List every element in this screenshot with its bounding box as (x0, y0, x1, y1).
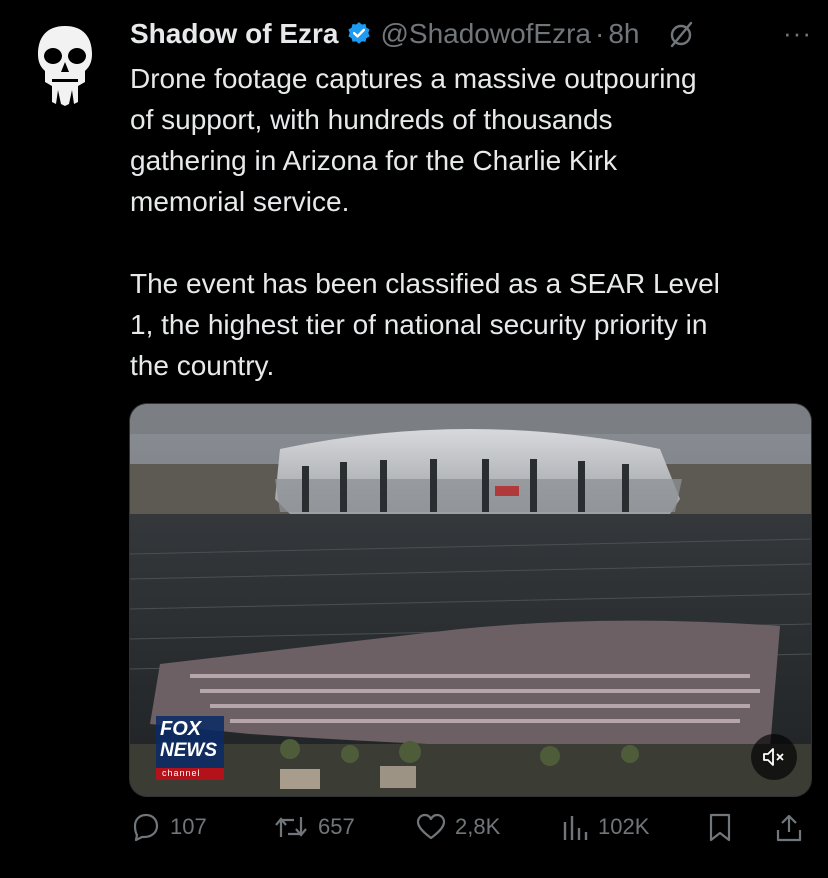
reply-button[interactable]: 107 (130, 812, 207, 842)
mute-icon (763, 748, 784, 766)
like-button[interactable]: 2,8K (415, 812, 500, 842)
tweet-paragraph: Drone footage captures a massive outpour… (130, 63, 697, 217)
views-icon (563, 816, 588, 840)
tweet-header: Shadow of Ezra @ShadowofEzra · 8h ··· (130, 14, 812, 54)
repost-icon (275, 817, 307, 837)
separator-dot: · (595, 18, 605, 49)
repost-button[interactable]: 657 (272, 812, 355, 842)
like-icon (416, 813, 446, 840)
grok-icon[interactable] (666, 19, 696, 49)
views-button[interactable]: 102K (560, 812, 649, 842)
logo-text-fox: FOX (160, 718, 202, 740)
logo-text-news: NEWS (160, 740, 217, 761)
share-icon (776, 814, 802, 842)
fox-news-logo: FOX NEWS channel (156, 716, 224, 780)
author-name[interactable]: Shadow of Ezra (130, 18, 338, 50)
reply-count: 107 (170, 814, 207, 839)
tweet-paragraph: The event has been classified as a SEAR … (130, 268, 720, 381)
punisher-skull-avatar (38, 26, 92, 106)
more-options-button[interactable]: ··· (783, 18, 812, 49)
aerial-stadium-image (130, 404, 811, 796)
share-button[interactable] (774, 812, 812, 844)
verified-badge-icon (348, 22, 371, 44)
video-player[interactable]: FOX NEWS channel (129, 403, 812, 797)
tweet-actions: 107 657 2,8K 102K (130, 812, 810, 852)
repost-count: 657 (318, 814, 355, 839)
logo-text-channel: channel (162, 768, 201, 778)
bookmark-icon (709, 813, 731, 842)
views-count: 102K (598, 814, 650, 839)
like-count: 2,8K (455, 814, 501, 839)
avatar[interactable] (34, 24, 96, 108)
timestamp[interactable]: 8h (608, 18, 639, 50)
tweet-text: Drone footage captures a massive outpour… (130, 58, 810, 386)
mute-button[interactable] (751, 734, 797, 780)
reply-icon (133, 813, 159, 842)
bookmark-button[interactable] (706, 812, 742, 844)
author-handle[interactable]: @ShadowofEzra (380, 18, 591, 50)
